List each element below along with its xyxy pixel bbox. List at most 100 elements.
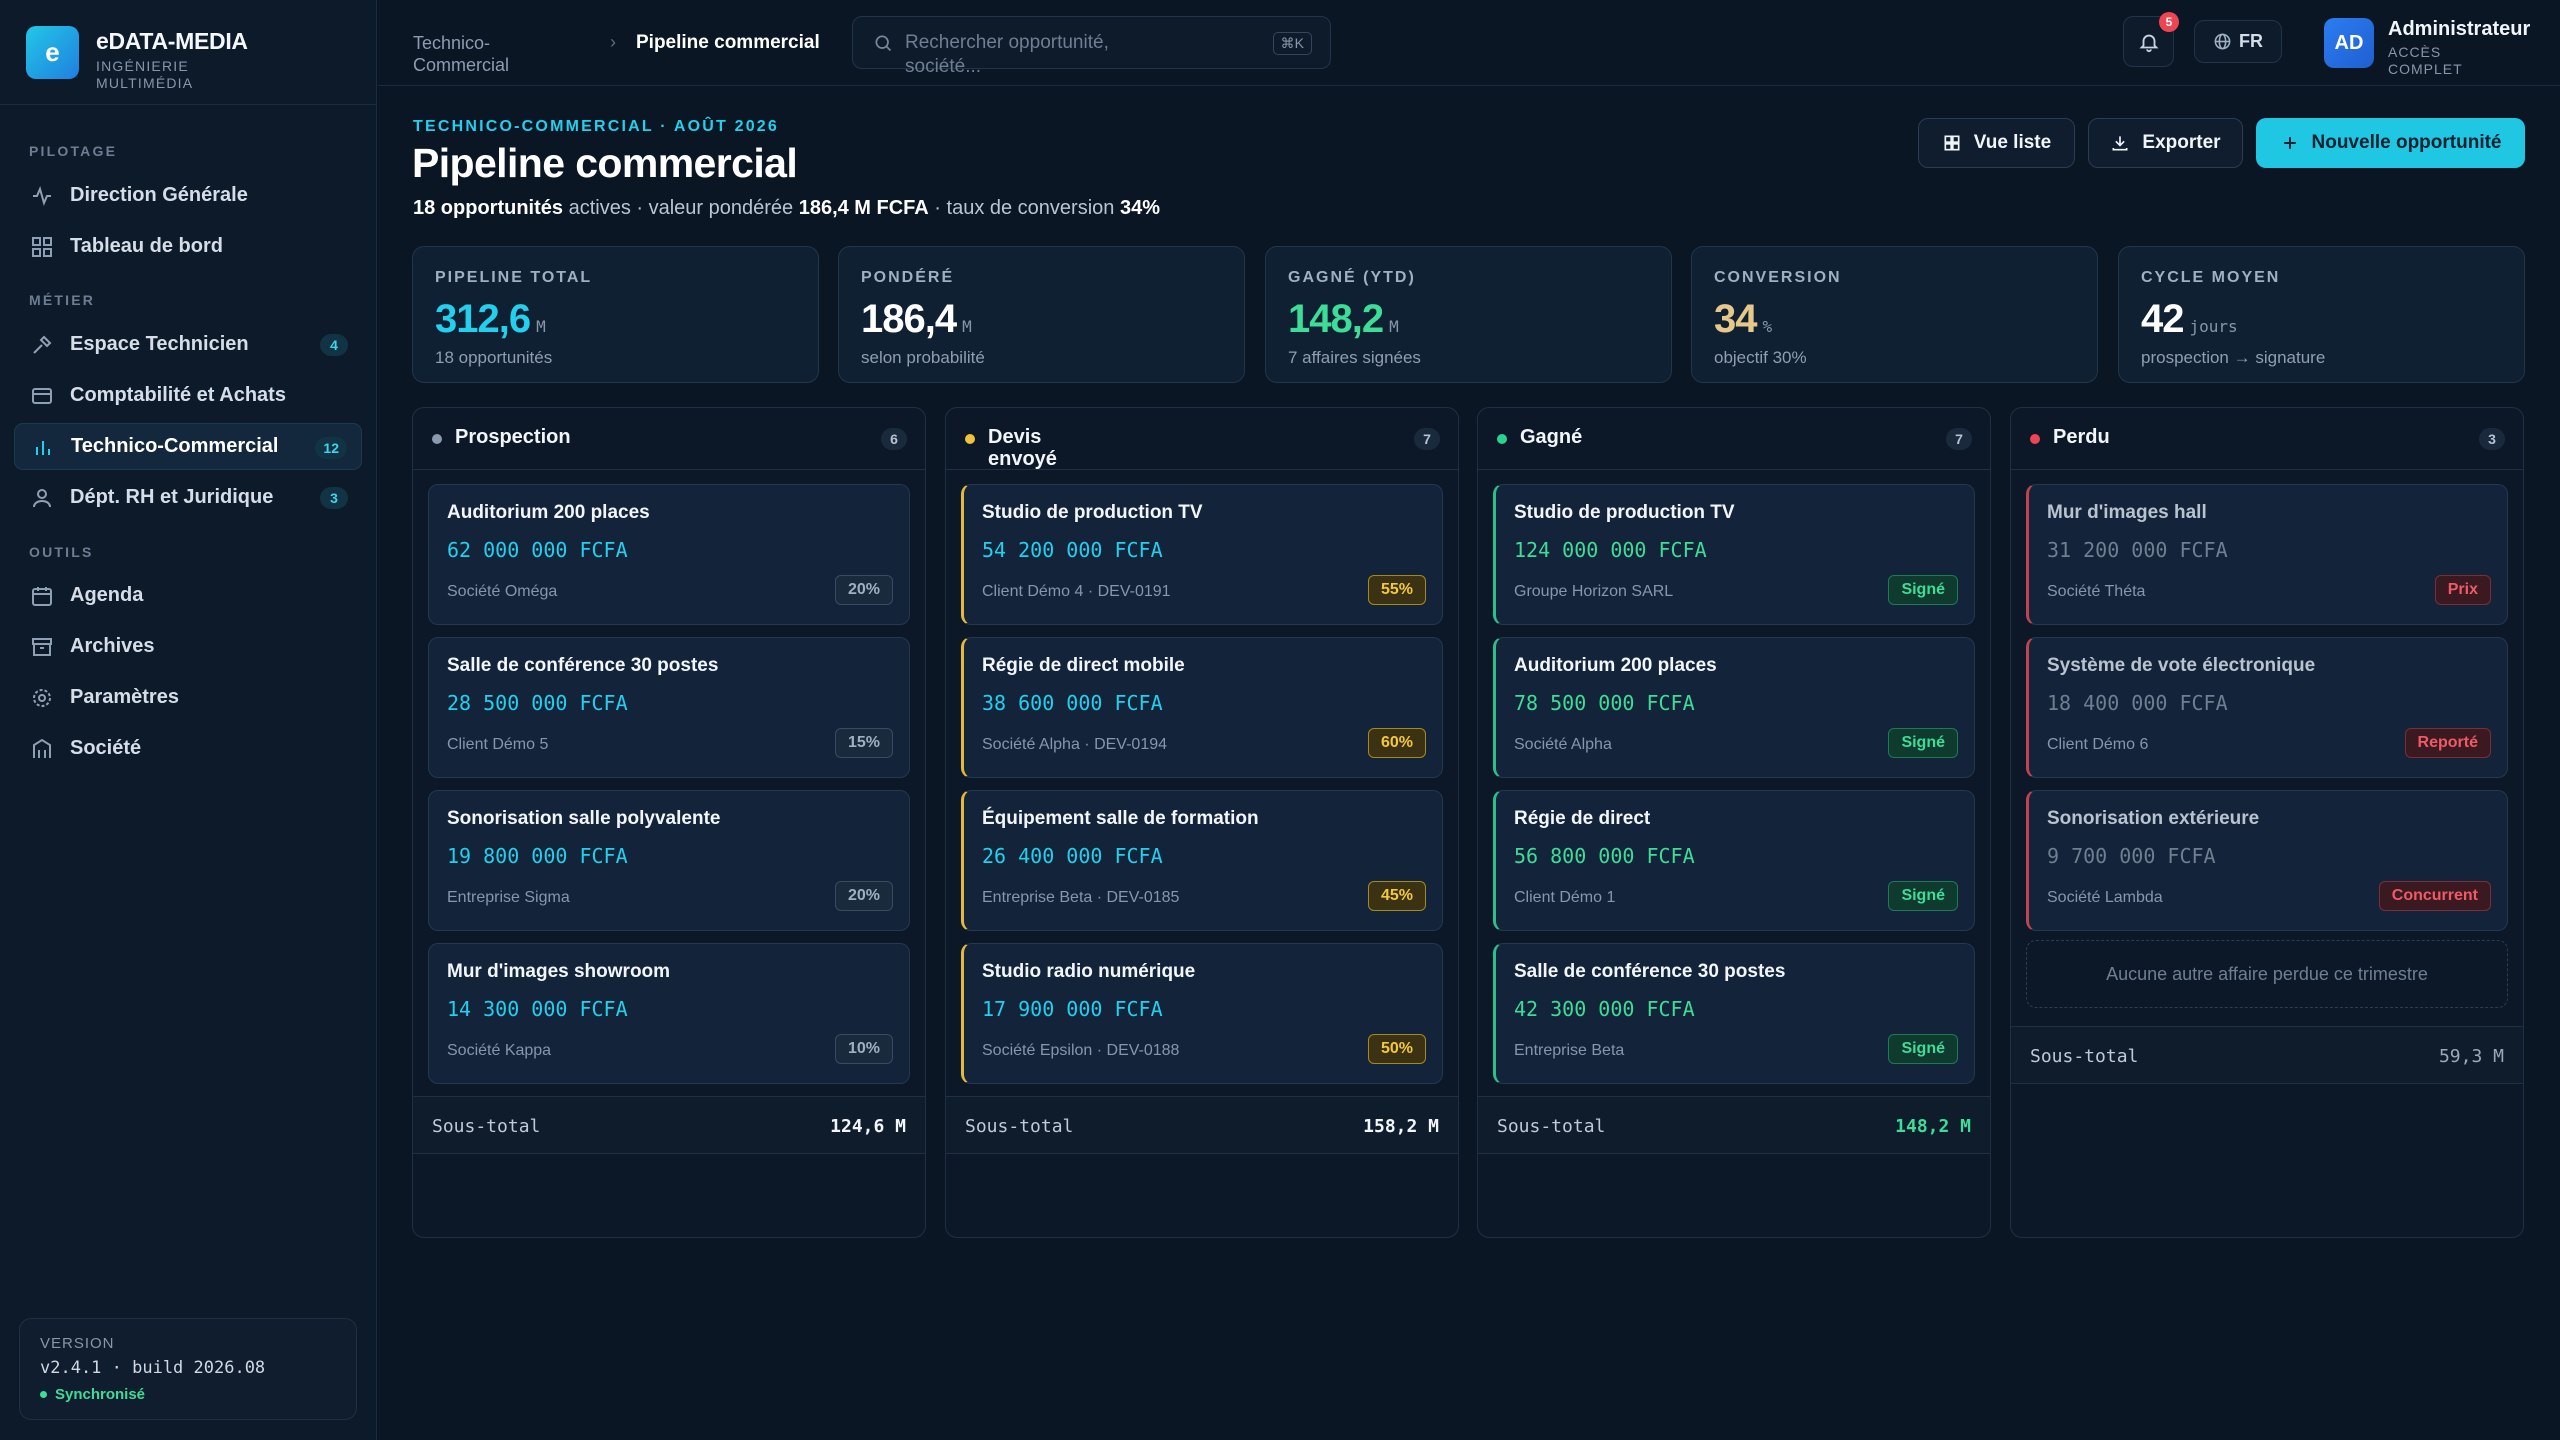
conversion-rate: 34% <box>1119 197 1160 219</box>
card-client: Société Oméga <box>447 583 558 600</box>
kpi-unit: % <box>1762 317 1773 336</box>
column-subtotal: Sous-total 124,6 M <box>413 1096 925 1154</box>
status-dot-icon <box>1497 434 1507 444</box>
sidebar-item-agenda[interactable]: Agenda <box>14 572 362 619</box>
subtotal-value: 124,6 M <box>830 1116 906 1137</box>
sidebar-item-label: Dépt. RH et Juridique <box>70 486 274 508</box>
sidebar-item-comptabilite[interactable]: Comptabilité et Achats <box>14 372 362 419</box>
sidebar-item-label: Espace Technicien <box>70 333 249 355</box>
opportunity-card[interactable]: Salle de conférence 30 postes 28 500 000… <box>428 637 910 778</box>
card-amount: 78 500 000 FCFA <box>1514 691 1695 715</box>
probability-badge: 15% <box>834 728 893 758</box>
sidebar-item-espace-technicien[interactable]: Espace Technicien 4 <box>14 321 362 368</box>
kpi-sub: selon probabilité <box>861 348 985 367</box>
column-header: Devis envoyé 7 <box>946 408 1458 470</box>
sidebar-item-societe[interactable]: Société <box>14 725 362 772</box>
language-label: FR <box>2239 31 2263 51</box>
card-amount: 31 200 000 FCFA <box>2047 538 2228 562</box>
sidebar-item-parametres[interactable]: Paramètres <box>14 674 362 721</box>
opportunity-card[interactable]: Studio de production TV 124 000 000 FCFA… <box>1493 484 1975 625</box>
kpi-label: PONDÉRÉ <box>861 269 955 286</box>
language-selector[interactable]: FR <box>2194 20 2282 63</box>
opportunity-card[interactable]: Studio de production TV 54 200 000 FCFA … <box>961 484 1443 625</box>
card-amount: 54 200 000 FCFA <box>982 538 1163 562</box>
opportunity-count: 18 opportunités <box>413 197 564 219</box>
probability-badge: 20% <box>834 881 893 911</box>
opportunity-card[interactable]: Régie de direct mobile 38 600 000 FCFA S… <box>961 637 1443 778</box>
card-title: Salle de conférence 30 postes <box>1514 961 1786 982</box>
kpi-sub: 7 affaires signées <box>1288 348 1421 367</box>
opportunity-card[interactable]: Sonorisation salle polyvalente 19 800 00… <box>428 790 910 931</box>
card-client: Entreprise Beta <box>1514 1042 1625 1059</box>
probability-badge: 60% <box>1367 728 1426 758</box>
opportunity-card[interactable]: Équipement salle de formation 26 400 000… <box>961 790 1443 931</box>
sidebar-item-archives[interactable]: Archives <box>14 623 362 670</box>
card-title: Régie de direct mobile <box>982 655 1185 676</box>
search-shortcut: ⌘K <box>1272 32 1312 55</box>
opportunity-card[interactable]: Auditorium 200 places 78 500 000 FCFA So… <box>1493 637 1975 778</box>
brand: e eDATA-MEDIA INGÉNIERIE MULTIMÉDIA <box>0 0 376 105</box>
opportunity-card[interactable]: Auditorium 200 places 62 000 000 FCFA So… <box>428 484 910 625</box>
button-label: Nouvelle opportunité <box>2311 132 2502 153</box>
column-count: 7 <box>1414 428 1440 450</box>
sidebar-item-direction-generale[interactable]: Direction Générale <box>14 172 362 219</box>
subtitle-text: · taux de conversion <box>928 197 1120 219</box>
opportunity-card[interactable]: Régie de direct 56 800 000 FCFA Client D… <box>1493 790 1975 931</box>
opportunity-card[interactable]: Sonorisation extérieure 9 700 000 FCFA S… <box>2026 790 2508 931</box>
opportunity-card[interactable]: Mur d'images hall 31 200 000 FCFA Sociét… <box>2026 484 2508 625</box>
card-client: Société Théta <box>2047 583 2146 600</box>
search-input[interactable]: Rechercher opportunité, société... ⌘K <box>852 16 1331 77</box>
avatar[interactable]: AD <box>2324 18 2374 68</box>
card-client: Client Démo 6 <box>2047 736 2149 753</box>
button-label: Exporter <box>2142 132 2221 153</box>
subtotal-label: Sous-total <box>432 1116 541 1137</box>
column-header: Prospection 6 <box>413 408 925 470</box>
brand-logo[interactable]: e <box>26 26 79 79</box>
kpi-value: 34 <box>1714 297 1757 341</box>
archive-icon <box>30 635 54 659</box>
card-title: Studio radio numérique <box>982 961 1196 982</box>
card-title: Studio de production TV <box>1514 502 1735 523</box>
column-title: Prospection <box>455 426 571 448</box>
tools-icon <box>30 333 54 357</box>
notifications-button[interactable]: 5 <box>2123 12 2179 67</box>
card-title: Sonorisation extérieure <box>2047 808 2260 829</box>
card-title: Système de vote électronique <box>2047 655 2316 676</box>
card-title: Sonorisation salle polyvalente <box>447 808 721 829</box>
button-label: Vue liste <box>1973 132 2052 153</box>
search-icon <box>873 33 893 53</box>
kpi-pondere: PONDÉRÉ 186,4 M selon probabilité <box>838 246 1245 383</box>
new-opportunity-button[interactable]: Nouvelle opportunité <box>2256 118 2525 168</box>
bar-chart-icon <box>31 435 55 459</box>
card-amount: 38 600 000 FCFA <box>982 691 1163 715</box>
card-client: Société Kappa <box>447 1042 552 1059</box>
status-dot-icon <box>965 434 975 444</box>
probability-badge: 20% <box>834 575 893 605</box>
card-client: Client Démo 1 <box>1514 889 1616 906</box>
opportunity-card[interactable]: Salle de conférence 30 postes 42 300 000… <box>1493 943 1975 1084</box>
kpi-value: 186,4 <box>861 297 957 341</box>
kpi-unit: M <box>1389 317 1399 336</box>
kpi-value: 42 <box>2141 297 2184 341</box>
list-view-button[interactable]: Vue liste <box>1918 118 2075 168</box>
opportunity-card[interactable]: Système de vote électronique 18 400 000 … <box>2026 637 2508 778</box>
count-badge: 12 <box>315 437 347 459</box>
column-header: Gagné 7 <box>1478 408 1990 470</box>
breadcrumb-parent[interactable]: Technico-Commercial <box>413 32 543 76</box>
sidebar-item-tableau-de-bord[interactable]: Tableau de bord <box>14 223 362 270</box>
section-label-metier: MÉTIER <box>29 292 96 308</box>
sidebar-item-rh-juridique[interactable]: Dépt. RH et Juridique 3 <box>14 474 362 521</box>
subtotal-value: 158,2 M <box>1363 1116 1439 1137</box>
activity-icon <box>30 184 54 208</box>
version-title: VERSION <box>40 1335 115 1352</box>
opportunity-card[interactable]: Mur d'images showroom 14 300 000 FCFA So… <box>428 943 910 1084</box>
export-button[interactable]: Exporter <box>2088 118 2243 168</box>
kpi-sub: objectif 30% <box>1714 348 1807 367</box>
kpi-gagne: GAGNÉ (YTD) 148,2 M 7 affaires signées <box>1265 246 1672 383</box>
opportunity-card[interactable]: Studio radio numérique 17 900 000 FCFA S… <box>961 943 1443 1084</box>
sidebar-item-technico-commercial[interactable]: Technico-Commercial 12 <box>14 423 362 470</box>
card-client: Entreprise Sigma <box>447 889 570 906</box>
card-title: Mur d'images hall <box>2047 502 2207 523</box>
count-badge: 4 <box>320 334 348 356</box>
sidebar-item-label: Comptabilité et Achats <box>70 384 286 406</box>
